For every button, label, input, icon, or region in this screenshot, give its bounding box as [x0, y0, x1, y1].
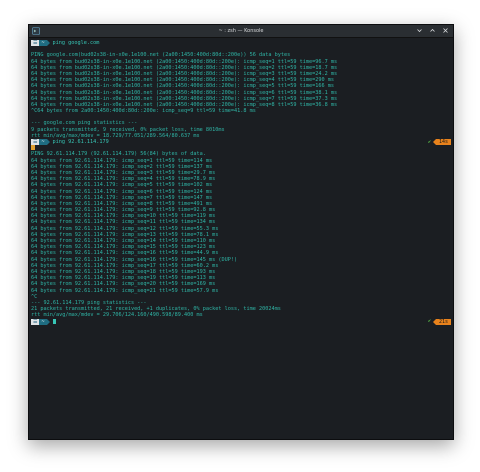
command-text: ping google.com	[52, 40, 100, 46]
input-cursor-block	[31, 145, 35, 151]
duration-badge: 14s	[435, 139, 451, 146]
command-status: ✔ 14s	[427, 139, 451, 146]
prompt-dir-segment: ~	[39, 40, 47, 47]
prompt-arrow	[46, 318, 50, 325]
close-button[interactable]	[441, 26, 450, 35]
output-block: PING google.com(bud02s38-in-x0e.1e100.ne…	[31, 52, 451, 139]
title-bar[interactable]: ~ : zsh — Konsole	[29, 25, 453, 38]
maximize-button[interactable]	[428, 26, 437, 35]
prompt-line: ☰ ~ ping google.com	[31, 40, 451, 47]
konsole-window: ~ : zsh — Konsole ☰ ~ ping google.com PI…	[28, 24, 454, 440]
success-check-icon: ✔	[427, 139, 431, 145]
prompt-arrow	[46, 139, 50, 146]
command-status: ✔ 21s	[427, 318, 451, 325]
prompt-os-segment: ☰	[31, 40, 40, 47]
prompt-dir-segment: ~	[39, 139, 47, 146]
duration-badge: 21s	[435, 318, 451, 325]
success-check-icon: ✔	[427, 318, 431, 325]
close-icon	[443, 28, 448, 33]
prompt-line[interactable]: ☰ ~ ✔ 21s	[31, 318, 451, 325]
prompt-os-segment: ☰	[31, 318, 40, 325]
text-cursor[interactable]	[52, 319, 56, 325]
terminal-output[interactable]: ☰ ~ ping google.com PING google.com(bud0…	[29, 38, 453, 325]
output-block: PING 92.61.114.179 (92.61.114.179) 56(84…	[31, 151, 451, 318]
prompt-os-segment: ☰	[31, 139, 40, 146]
minimize-button[interactable]	[415, 26, 424, 35]
prompt-arrow	[46, 40, 50, 47]
prompt-dir-segment: ~	[39, 318, 47, 325]
command-text: ping 92.61.114.179	[52, 139, 109, 145]
terminal-app-icon[interactable]	[32, 27, 40, 35]
minimize-icon	[417, 29, 422, 33]
window-title: ~ : zsh — Konsole	[218, 28, 264, 34]
prompt-line: ☰ ~ ping 92.61.114.179 ✔ 14s	[31, 139, 451, 146]
maximize-icon	[430, 28, 435, 32]
